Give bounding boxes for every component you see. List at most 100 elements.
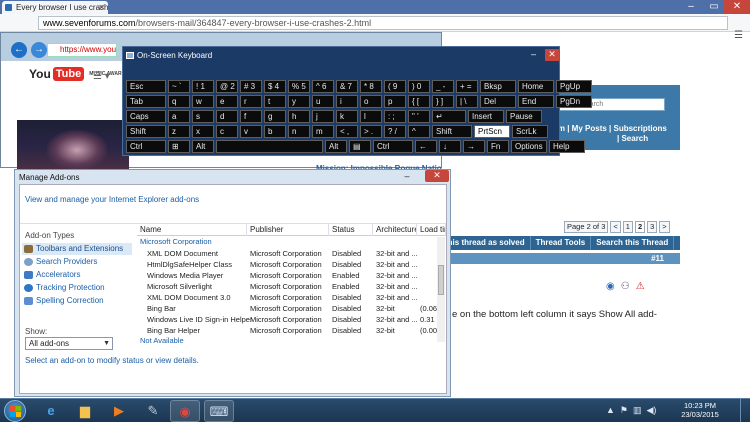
table-row[interactable]: XML DOM Document 3.0 Microsoft Corporatio… [137, 292, 437, 303]
table-scrollbar[interactable] [437, 237, 445, 342]
dialog-close-button[interactable]: ✕ [425, 170, 449, 182]
show-dropdown[interactable]: All add-ons ▼ [25, 337, 113, 350]
key-caps[interactable]: Caps [126, 110, 166, 123]
key-i[interactable]: i [336, 95, 358, 108]
key-help[interactable]: Help [549, 140, 585, 153]
key-r0k13[interactable]: + = [456, 80, 478, 93]
key-c[interactable]: c [216, 125, 238, 138]
addon-type-search[interactable]: Search Providers [22, 256, 132, 268]
key-9[interactable]: ( 9 [384, 80, 406, 93]
key-n[interactable]: n [288, 125, 310, 138]
flag-icon[interactable]: ⚑ [620, 405, 628, 416]
key-3[interactable]: # 3 [240, 80, 262, 93]
key-r3k9[interactable]: > . [360, 125, 382, 138]
key-r1k11[interactable]: { [ [408, 95, 430, 108]
column-name[interactable]: Name [137, 224, 247, 236]
table-row[interactable]: Windows Live ID Sign-in Helper Microsoft … [137, 314, 438, 325]
users-icon[interactable]: ⚇ [621, 281, 630, 292]
key-d[interactable]: d [216, 110, 238, 123]
table-row[interactable]: Bing Bar Microsoft Corporation Disabled 32-… [137, 303, 438, 314]
key-6[interactable]: ^ 6 [312, 80, 334, 93]
file-explorer-icon[interactable]: ▆ [70, 400, 100, 422]
column-status[interactable]: Status [329, 224, 373, 236]
key-0[interactable]: ) 0 [408, 80, 430, 93]
addon-type-accelerators[interactable]: Accelerators [22, 269, 132, 281]
key-o[interactable]: o [360, 95, 382, 108]
key-r2k11[interactable]: " ' [408, 110, 430, 123]
key-l[interactable]: l [360, 110, 382, 123]
addon-type-tracking[interactable]: Tracking Protection [22, 282, 132, 294]
table-row[interactable]: Bing Bar Helper Microsoft Corporation Disa… [137, 325, 438, 336]
key-r4k5[interactable]: ▤ [349, 140, 371, 153]
key-scrlk[interactable]: ScrLk [512, 125, 548, 138]
key-r4k1[interactable]: ⊞ [168, 140, 190, 153]
chrome-address-bar[interactable]: www.sevenforums.com/browsers-mail/364847… [38, 16, 728, 30]
key-1[interactable]: ! 1 [192, 80, 214, 93]
chrome-icon[interactable]: ◉ [170, 400, 200, 422]
table-row[interactable]: HtmlDlgSafeHelper Class Microsoft Corpora… [137, 259, 437, 270]
addon-type-spelling[interactable]: Spelling Correction [22, 295, 132, 307]
on-screen-keyboard-icon[interactable]: ⌨ [204, 400, 234, 422]
key-5[interactable]: % 5 [288, 80, 310, 93]
key-prtscn[interactable]: PrtScn [474, 125, 510, 138]
key-h[interactable]: h [288, 110, 310, 123]
key-options[interactable]: Options [511, 140, 547, 153]
key-space[interactable] [216, 140, 323, 153]
key-8[interactable]: * 8 [360, 80, 382, 93]
mark-solved-link[interactable]: this thread as solved [440, 236, 531, 250]
key-r1k12[interactable]: } ] [432, 95, 454, 108]
key-p[interactable]: p [384, 95, 406, 108]
youtube-logo[interactable]: You Tube MUSIC AWARDS [29, 67, 129, 81]
pager-prev[interactable]: < [610, 221, 621, 233]
key-r4k9[interactable]: → [463, 140, 485, 153]
key-end[interactable]: End [518, 95, 554, 108]
key-x[interactable]: x [192, 125, 214, 138]
key-r2k12[interactable]: ↵ [432, 110, 466, 123]
key-a[interactable]: a [168, 110, 190, 123]
thread-tools-menu[interactable]: Thread Tools [531, 236, 592, 250]
key-y[interactable]: y [288, 95, 310, 108]
table-row[interactable]: XML DOM Document Microsoft Corporation Dis… [137, 248, 437, 259]
video-thumbnail[interactable] [17, 120, 129, 170]
key-s[interactable]: s [192, 110, 214, 123]
show-desktop-button[interactable] [740, 399, 750, 422]
tab-close-icon[interactable]: ✕ [98, 1, 105, 14]
key-2[interactable]: @ 2 [216, 80, 238, 93]
key-pgdn[interactable]: PgDn [556, 95, 592, 108]
pager-page-1[interactable]: 1 [622, 221, 633, 233]
key-k[interactable]: k [336, 110, 358, 123]
key-e[interactable]: e [216, 95, 238, 108]
key-bksp[interactable]: Bksp [480, 80, 516, 93]
key-z[interactable]: z [168, 125, 190, 138]
key-r4k8[interactable]: ↓ [439, 140, 461, 153]
back-arrow-icon[interactable]: ← [11, 42, 27, 58]
tray-clock[interactable]: 10:23 PM 23/03/2015 [676, 401, 724, 419]
youtube-menu-icon[interactable]: ☰ ▾ [93, 71, 110, 82]
key-fn[interactable]: Fn [487, 140, 509, 153]
key-7[interactable]: & 7 [336, 80, 358, 93]
column-load-time[interactable]: Load tim [417, 224, 446, 236]
key-m[interactable]: m [312, 125, 334, 138]
volume-icon[interactable]: ◀) [647, 405, 657, 416]
tools-icon[interactable]: ✎ [138, 400, 168, 422]
key-q[interactable]: q [168, 95, 190, 108]
key-4[interactable]: $ 4 [264, 80, 286, 93]
key-ctrl[interactable]: Ctrl [126, 140, 166, 153]
key-r0k12[interactable]: _ - [432, 80, 454, 93]
key-v[interactable]: v [240, 125, 262, 138]
search-thread-menu[interactable]: Search this Thread [591, 236, 675, 250]
forward-arrow-icon[interactable]: → [31, 42, 47, 58]
pager-page-3[interactable]: 3 [647, 221, 658, 233]
forum-links-line1[interactable]: orum | My Posts | Subscriptions [545, 124, 680, 134]
info-icon[interactable]: ◉ [606, 281, 615, 292]
close-button[interactable]: ✕ [724, 0, 750, 14]
addons-header-link[interactable]: View and manage your Internet Explorer a… [25, 195, 199, 204]
key-f[interactable]: f [240, 110, 262, 123]
key-alt[interactable]: Alt [325, 140, 347, 153]
column-architecture[interactable]: Architecture [373, 224, 417, 236]
osk-minimize-button[interactable]: – [531, 49, 536, 59]
minimize-button[interactable]: – [680, 0, 702, 14]
key-u[interactable]: u [312, 95, 334, 108]
key-j[interactable]: j [312, 110, 334, 123]
maximize-button[interactable]: ▭ [703, 0, 725, 14]
